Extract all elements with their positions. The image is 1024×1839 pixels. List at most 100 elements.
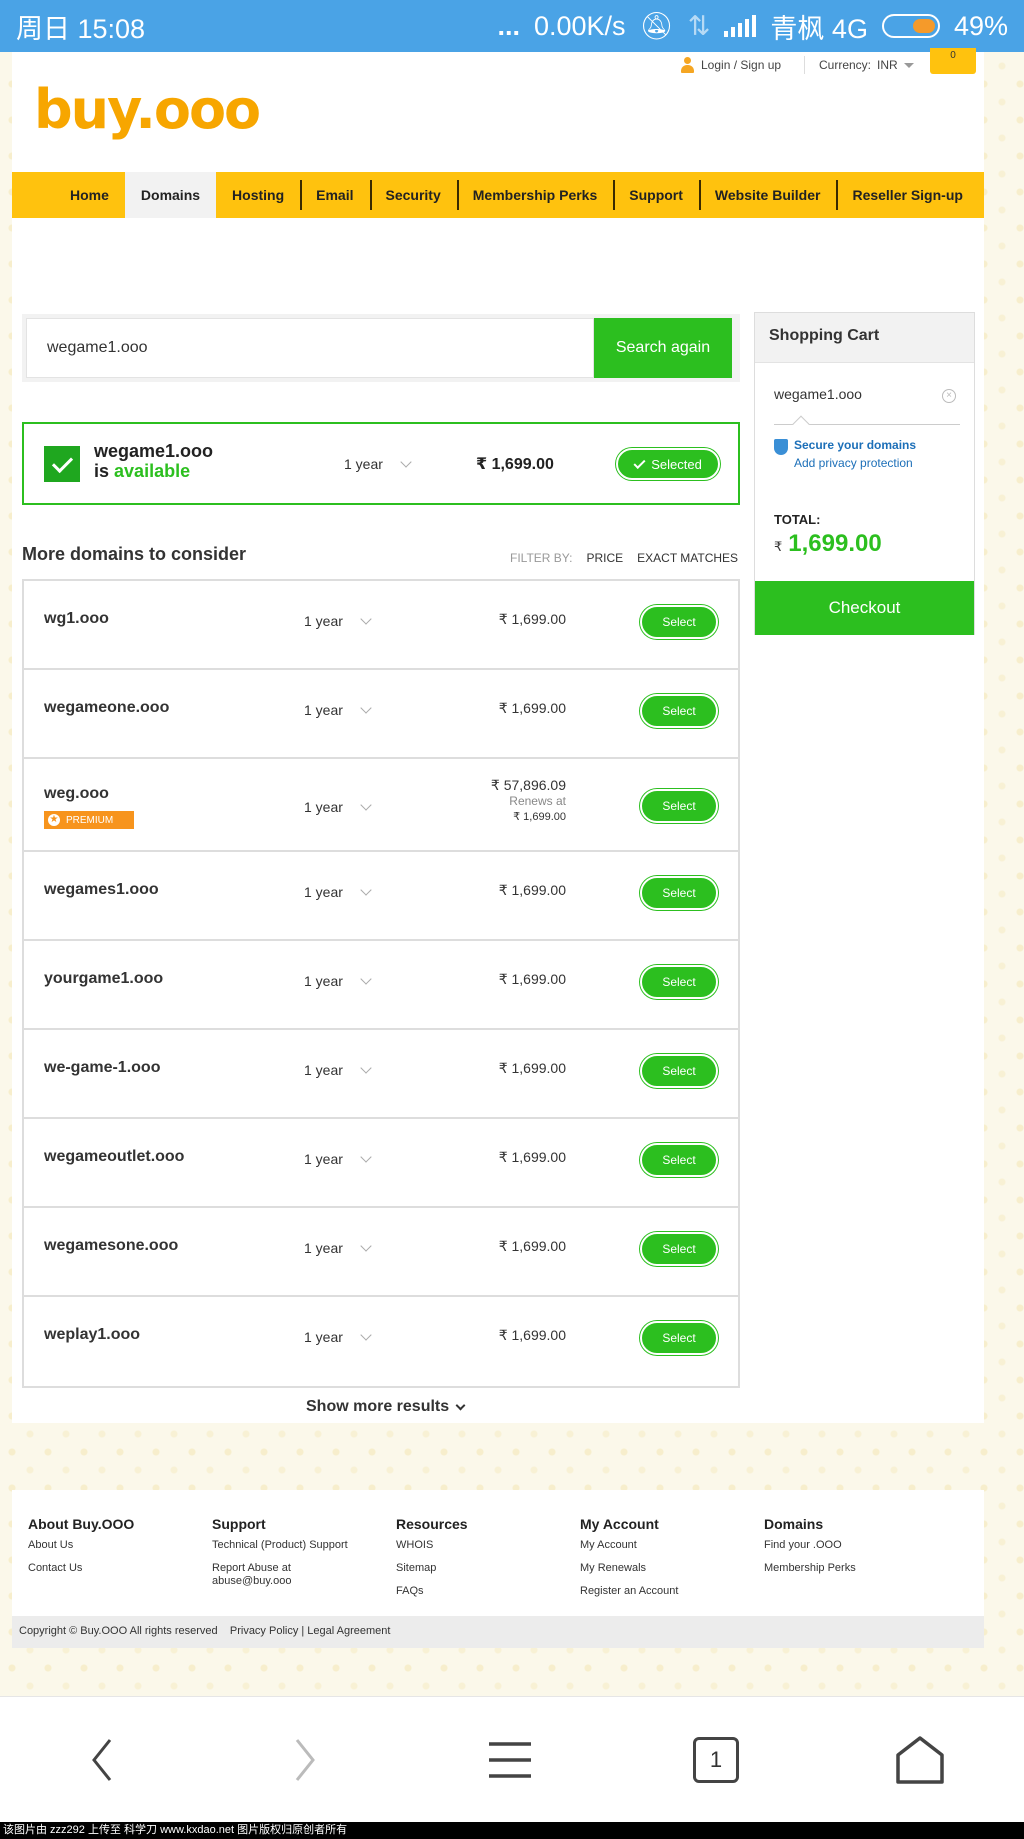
list-item: we-game-1.ooo 1 year ₹ 1,699.00 Select	[24, 1030, 738, 1119]
select-button[interactable]: Select	[640, 1321, 718, 1355]
period-select[interactable]: 1 year	[304, 702, 343, 718]
period-select[interactable]: 1 year	[304, 973, 343, 989]
total-label: TOTAL:	[774, 512, 821, 527]
shield-icon	[774, 439, 788, 455]
list-item: wegameoutlet.ooo 1 year ₹ 1,699.00 Selec…	[24, 1119, 738, 1208]
logo-text: buy	[34, 78, 137, 141]
nav-email[interactable]: Email	[300, 172, 369, 218]
network-speed: 0.00K/s	[533, 10, 626, 41]
remove-icon[interactable]: ×	[942, 389, 956, 403]
menu-icon	[489, 1742, 531, 1778]
status-right: ... 0.00K/s 🔕︎ ⇅ 青枫 4G 49%	[497, 7, 1008, 46]
nav-website-builder[interactable]: Website Builder	[698, 172, 837, 218]
footer-link[interactable]: Technical (Product) Support	[212, 1539, 372, 1552]
nav-support[interactable]: Support	[613, 172, 699, 218]
status-time: 周日 15:08	[16, 13, 146, 44]
footer-link[interactable]: About Us	[28, 1539, 134, 1552]
secure-domains-label: Secure your domains	[794, 438, 917, 452]
domain-price: ₹ 1,699.00	[498, 611, 566, 627]
nav-domains[interactable]: Domains	[124, 172, 217, 218]
filter-price[interactable]: PRICE	[586, 551, 623, 565]
filter-exact-matches[interactable]: EXACT MATCHES	[637, 551, 738, 565]
select-button[interactable]: Select	[640, 1054, 718, 1088]
total-value: ₹1,699.00	[774, 530, 882, 558]
availability-is: is	[94, 461, 110, 481]
domain-price: ₹ 1,699.00	[498, 1327, 566, 1343]
tab-count: 1	[709, 1747, 723, 1772]
currency-symbol: ₹	[774, 539, 783, 554]
premium-label: PREMIUM	[66, 814, 114, 826]
nav-security[interactable]: Security	[369, 172, 457, 218]
forward-button[interactable]	[265, 1697, 345, 1823]
select-button[interactable]: Select	[640, 965, 718, 999]
back-button[interactable]	[62, 1697, 142, 1823]
chevron-down-icon	[360, 1062, 372, 1074]
logo[interactable]: buy.ooo	[34, 78, 261, 141]
more-domains-title: More domains to consider	[22, 544, 247, 564]
select-button[interactable]: Select	[640, 694, 718, 728]
cart-button[interactable]: 0	[930, 48, 976, 74]
footer-link[interactable]: Membership Perks	[764, 1562, 856, 1575]
available-price: ₹ 1,699.00	[476, 456, 554, 473]
period-select[interactable]: 1 year	[304, 799, 343, 815]
footer-link[interactable]: Sitemap	[396, 1562, 468, 1575]
nav-reseller-signup[interactable]: Reseller Sign-up	[836, 172, 978, 218]
search-input[interactable]: wegame1.ooo	[26, 318, 594, 378]
search-again-button[interactable]: Search again	[594, 318, 732, 378]
domain-name: wegameone.ooo	[44, 699, 170, 716]
period-select[interactable]: 1 year	[304, 1329, 343, 1345]
footer-link[interactable]: Find your .OOO	[764, 1539, 856, 1552]
domain-price: ₹ 1,699.00	[498, 971, 566, 987]
divider	[804, 56, 805, 74]
availability-status: is available	[94, 461, 190, 482]
footer-link[interactable]: Report Abuse at abuse@buy.ooo	[212, 1562, 322, 1588]
nav-membership-perks[interactable]: Membership Perks	[456, 172, 614, 218]
select-button[interactable]: Select	[640, 876, 718, 910]
policy-links[interactable]: Privacy Policy | Legal Agreement	[230, 1625, 391, 1637]
domain-name: wegames1.ooo	[44, 881, 159, 898]
currency-label: Currency:	[819, 58, 872, 72]
checkout-button[interactable]: Checkout	[755, 581, 974, 635]
selected-button[interactable]: Selected	[616, 448, 720, 480]
select-button[interactable]: Select	[640, 605, 718, 639]
period-select[interactable]: 1 year	[304, 884, 343, 900]
select-button[interactable]: Select	[640, 789, 718, 823]
copyright-text: Copyright © Buy.OOO All rights reserved	[19, 1625, 218, 1637]
nav-hosting[interactable]: Hosting	[216, 172, 300, 218]
period-select[interactable]: 1 year	[304, 1151, 343, 1167]
currency-selector[interactable]: Currency: INR	[819, 52, 914, 78]
period-select[interactable]: 1 year	[304, 613, 343, 629]
domain-name: weg.ooo	[44, 785, 109, 802]
footer-col-my-account: My Account My Account My Renewals Regist…	[580, 1516, 678, 1608]
chevron-down-icon	[360, 973, 372, 985]
menu-button[interactable]	[470, 1697, 550, 1823]
period-select[interactable]: 1 year	[304, 1062, 343, 1078]
header: buy.ooo	[12, 78, 984, 172]
chevron-down-icon	[360, 1329, 372, 1341]
cart-title: Shopping Cart	[755, 313, 974, 363]
tabs-button[interactable]: 1	[676, 1697, 756, 1823]
nav-home[interactable]: Home	[54, 172, 125, 218]
footer-link[interactable]: Register an Account	[580, 1585, 678, 1598]
browser-nav-bar: 1	[0, 1696, 1024, 1822]
show-more-label: Show more results	[306, 1398, 450, 1415]
period-select[interactable]: 1 year	[304, 1240, 343, 1256]
footer-link[interactable]: WHOIS	[396, 1539, 468, 1552]
select-button[interactable]: Select	[640, 1143, 718, 1177]
footer-link[interactable]: FAQs	[396, 1585, 468, 1598]
footer-link[interactable]: My Account	[580, 1539, 678, 1552]
add-privacy-link[interactable]: Add privacy protection	[794, 456, 913, 470]
login-link[interactable]: Login / Sign up	[680, 52, 781, 78]
domain-list: wg1.ooo 1 year ₹ 1,699.00 Select wegameo…	[22, 579, 740, 1388]
available-domain-card: wegame1.ooo is available 1 year ₹ 1,699.…	[22, 422, 740, 505]
home-button[interactable]	[880, 1697, 960, 1823]
footer-link[interactable]: My Renewals	[580, 1562, 678, 1575]
footer-col-resources: Resources WHOIS Sitemap FAQs	[396, 1516, 468, 1608]
domain-name: yourgame1.ooo	[44, 970, 164, 987]
period-select[interactable]: 1 year	[344, 456, 383, 472]
tab-count-icon: 1	[693, 1737, 739, 1783]
footer-link[interactable]: Contact Us	[28, 1562, 134, 1575]
domain-price: ₹ 1,699.00	[498, 882, 566, 898]
select-button[interactable]: Select	[640, 1232, 718, 1266]
show-more-button[interactable]: Show more results	[306, 1398, 466, 1416]
